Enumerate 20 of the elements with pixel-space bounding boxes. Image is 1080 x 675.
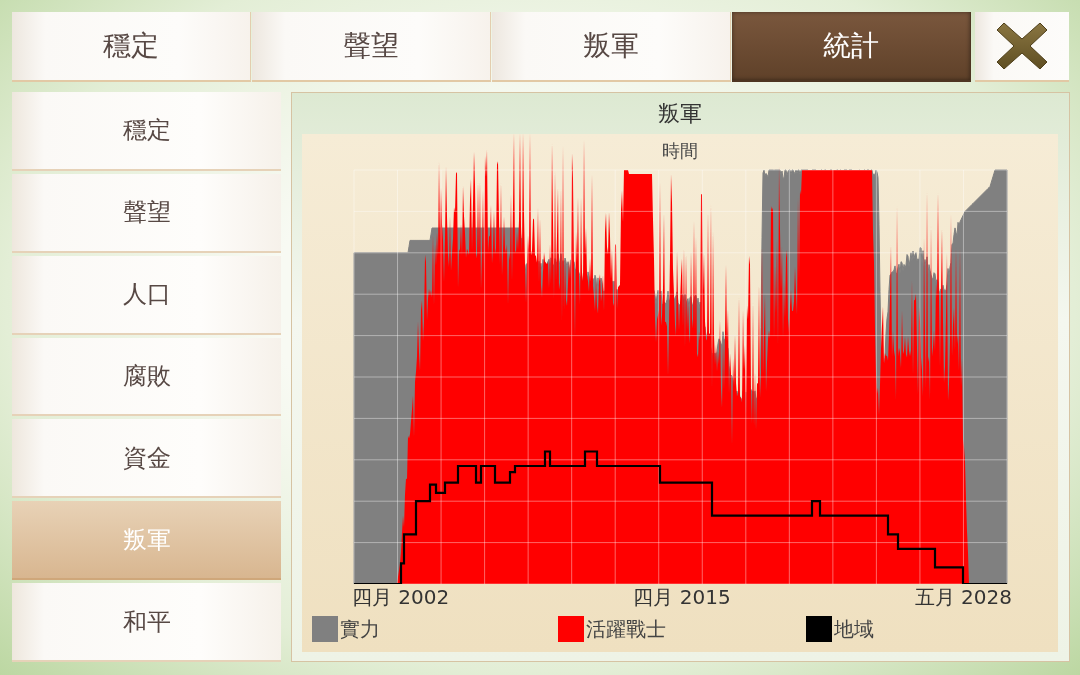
sidebar-item[interactable]: 資金 bbox=[12, 419, 281, 499]
close-button[interactable] bbox=[975, 12, 1069, 82]
close-icon bbox=[997, 23, 1047, 69]
sidebar-item[interactable]: 穩定 bbox=[12, 92, 281, 171]
sidebar-item[interactable]: 腐敗 bbox=[12, 337, 281, 417]
sidebar-item[interactable]: 人口 bbox=[12, 255, 281, 335]
legend-label: 地域 bbox=[834, 616, 874, 642]
sidebar-item[interactable]: 和平 bbox=[12, 583, 281, 662]
legend-label: 活躍戰士 bbox=[586, 616, 666, 642]
tab[interactable]: 叛軍 bbox=[492, 12, 731, 82]
tab[interactable]: 聲望 bbox=[252, 12, 491, 82]
tab[interactable]: 穩定 bbox=[12, 12, 251, 82]
axis-label: 四月 2002 bbox=[352, 584, 450, 611]
axis-label: 四月 2015 bbox=[633, 584, 731, 611]
sidebar-item[interactable]: 聲望 bbox=[12, 173, 281, 253]
tab[interactable]: 統計 bbox=[732, 12, 971, 82]
legend-label: 實力 bbox=[340, 616, 380, 642]
chart-title: 叛軍 bbox=[658, 100, 702, 128]
axis-title: 時間 bbox=[662, 140, 698, 162]
axis-label: 五月 2028 bbox=[914, 584, 1012, 611]
